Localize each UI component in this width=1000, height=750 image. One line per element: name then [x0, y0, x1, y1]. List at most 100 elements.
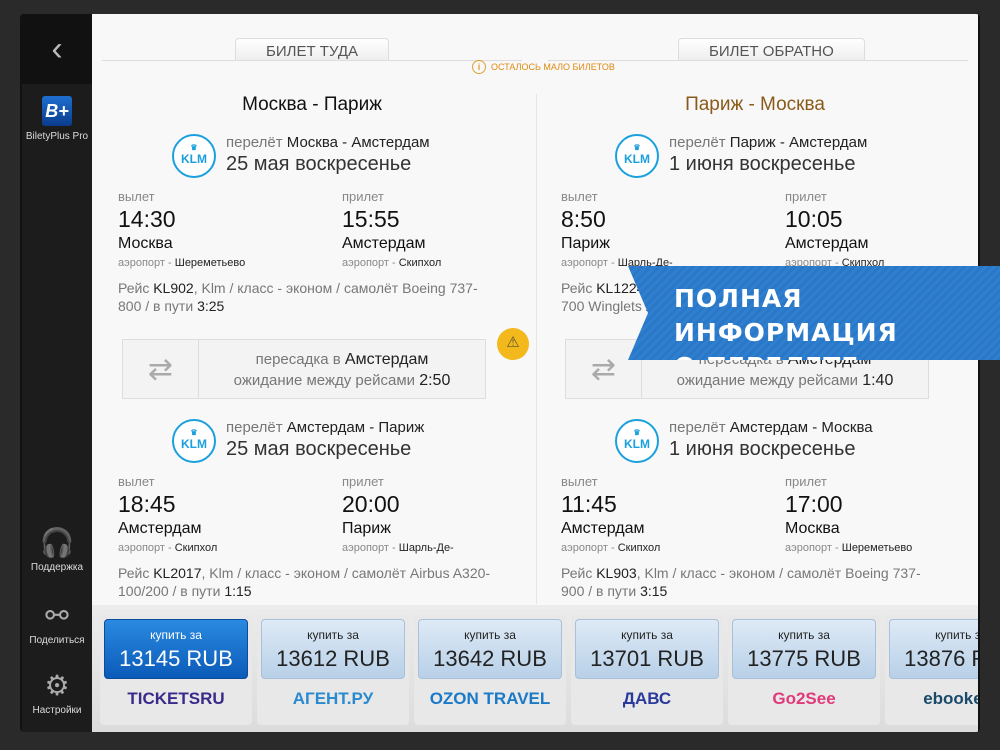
arrival-city: Париж — [342, 520, 391, 537]
arrival-info: прилет 17:00 Москва аэропорт - Шереметьево — [785, 474, 912, 554]
support-button[interactable]: 🎧 Поддержка — [22, 526, 92, 573]
airport-label: аэропорт - — [785, 542, 842, 554]
settings-label: Настройки — [32, 705, 82, 716]
flight-prefix: Рейс — [118, 280, 154, 296]
settings-button[interactable]: ⚙ Настройки — [22, 669, 92, 716]
promo-banner: ПОЛНАЯ ИНФОРМАЦИЯО ПЕРЕЛЕТЕ — [628, 266, 1000, 360]
flight-duration: 1:15 — [224, 583, 252, 599]
warning-icon[interactable]: ⚠ — [497, 328, 529, 360]
arrival-airport: Шереметьево — [841, 542, 913, 554]
buy-button[interactable]: купить за 13701 RUB — [575, 619, 719, 679]
transfer-city: Амстердам — [344, 351, 429, 368]
agency-logo[interactable]: OZON TRAVEL — [414, 689, 566, 709]
share-button[interactable]: ⚯ Поделиться — [22, 599, 92, 646]
airport-label: аэропорт - — [561, 257, 618, 269]
flight-details: Рейс KL2017, Klm / класс - эконом / само… — [118, 564, 498, 600]
arrival-label: прилет — [785, 474, 827, 489]
outbound-route: Москва - Париж — [242, 94, 382, 115]
arrival-label: прилет — [342, 189, 384, 204]
sidebar: ‹ B+ BiletyPlus Pro 🎧 Поддержка ⚯ Подели… — [22, 14, 92, 732]
buy-button[interactable]: купить за 13775 RUB — [732, 619, 876, 679]
offer-price: 13775 RUB — [747, 646, 861, 671]
departure-airport: Скипхол — [617, 542, 661, 554]
klm-logo-icon: ♛ KLM — [172, 134, 216, 178]
departure-label: вылет — [118, 189, 155, 204]
buy-label: купить за — [307, 628, 359, 642]
segment-route: Москва - Амстердам — [286, 134, 430, 151]
arrival-city: Москва — [785, 520, 840, 537]
departure-label: вылет — [561, 474, 598, 489]
arrival-airport: Шарль-Де- — [398, 542, 454, 554]
departure-info: вылет 14:30 Москва аэропорт - Шереметьево — [118, 189, 245, 269]
flight-duration: 3:25 — [197, 298, 225, 314]
back-button[interactable]: ‹ — [22, 14, 92, 84]
airline-logo-text: KLM — [181, 152, 207, 166]
offer-card: купить за 13701 RUB ДАВС — [571, 615, 723, 725]
agency-logo[interactable]: ebookers — [885, 689, 978, 709]
arrival-time: 15:55 — [342, 206, 400, 232]
departure-label: вылет — [561, 189, 598, 204]
transfer-icon: ⇄ — [123, 340, 199, 398]
agency-logo[interactable]: ДАВС — [571, 689, 723, 709]
departure-info: вылет 8:50 Париж аэропорт - Шарль-Де- — [561, 189, 673, 269]
flight-prefix: Рейс — [561, 565, 597, 581]
flight-number: KL903 — [596, 565, 637, 581]
buy-button[interactable]: купить за 13612 RUB — [261, 619, 405, 679]
app-name: BiletyPlus Pro — [25, 131, 89, 142]
klm-logo-icon: ♛ KLM — [615, 419, 659, 463]
buy-button[interactable]: купить за 13145 RUB — [104, 619, 248, 679]
segment-date: 25 мая воскресенье — [226, 438, 412, 460]
departure-time: 18:45 — [118, 491, 176, 517]
offers-bar: купить за 13145 RUB TICKETSRU купить за 13… — [92, 605, 978, 732]
agency-logo[interactable]: Go2See — [728, 689, 880, 709]
offer-card: купить за 13775 RUB Go2See — [728, 615, 880, 725]
buy-label: купить за — [935, 628, 978, 642]
share-label: Поделиться — [29, 635, 85, 646]
segment-label: перелёт — [226, 419, 283, 436]
arrival-label: прилет — [342, 474, 384, 489]
segment-label: перелёт — [669, 419, 726, 436]
buy-button[interactable]: купить за 13642 RUB — [418, 619, 562, 679]
buy-label: купить за — [150, 628, 202, 642]
arrival-time: 17:00 — [785, 491, 843, 517]
flight-prefix: Рейс — [118, 565, 154, 581]
offer-price: 13876 RUB — [904, 646, 978, 671]
banner-line1: ПОЛНАЯ ИНФОРМАЦИЯ — [674, 284, 898, 347]
agency-logo[interactable]: TICKETSRU — [100, 689, 252, 709]
flight-details: Рейс KL902, Klm / класс - эконом / самол… — [118, 279, 498, 315]
share-icon: ⚯ — [45, 600, 69, 631]
buy-label: купить за — [778, 628, 830, 642]
airline-logo-text: KLM — [181, 437, 207, 451]
airline-logo-text: KLM — [624, 437, 650, 451]
offer-price: 13701 RUB — [590, 646, 704, 671]
airport-label: аэропорт - — [118, 542, 175, 554]
segment-label: перелёт — [669, 134, 726, 151]
flight-duration: 3:15 — [640, 583, 668, 599]
buy-label: купить за — [464, 628, 516, 642]
offer-price: 13642 RUB — [433, 646, 547, 671]
app-link[interactable]: B+ BiletyPlus Pro — [22, 96, 92, 142]
departure-airport: Шереметьево — [174, 257, 246, 269]
airport-label: аэропорт - — [342, 542, 399, 554]
departure-label: вылет — [118, 474, 155, 489]
airport-label: аэропорт - — [561, 542, 618, 554]
departure-time: 11:45 — [561, 491, 617, 517]
arrival-label: прилет — [785, 189, 827, 204]
airline-logo-text: KLM — [624, 152, 650, 166]
segment-date: 1 июня воскресенье — [669, 153, 856, 175]
departure-time: 8:50 — [561, 206, 606, 232]
buy-button[interactable]: купить за 13876 RUB — [889, 619, 978, 679]
agency-logo[interactable]: АГЕНТ.РУ — [257, 689, 409, 709]
wait-time: 1:40 — [862, 372, 894, 389]
departure-airport: Скипхол — [174, 542, 218, 554]
app-frame: ‹ B+ BiletyPlus Pro 🎧 Поддержка ⚯ Подели… — [20, 14, 980, 732]
arrival-info: прилет 10:05 Амстердам аэропорт - Скипхол — [785, 189, 884, 269]
segment-label: перелёт — [226, 134, 283, 151]
transfer-box: ⇄ пересадка в Амстердам ожидание между ре… — [122, 328, 529, 399]
offer-card: купить за 13145 RUB TICKETSRU — [100, 615, 252, 725]
segment-route: Париж - Амстердам — [729, 134, 868, 151]
transfer-icon: ⇄ — [566, 340, 642, 398]
headset-icon: 🎧 — [39, 527, 75, 558]
wait-label: ожидание между рейсами — [676, 372, 863, 389]
return-route: Париж - Москва — [685, 94, 825, 115]
